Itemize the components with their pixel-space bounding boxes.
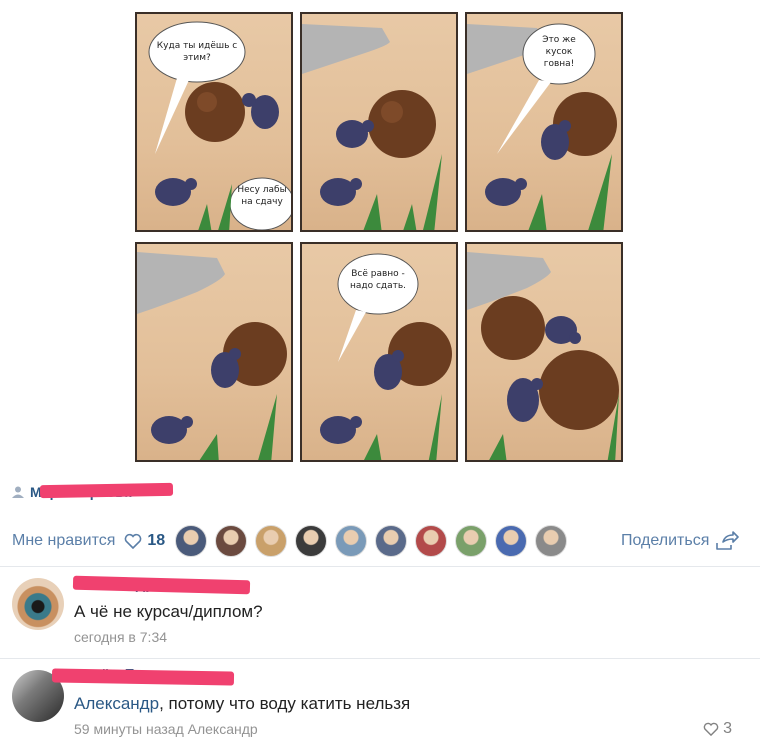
liker-avatar[interactable] bbox=[375, 525, 408, 557]
share-label[interactable]: Поделиться bbox=[621, 532, 709, 550]
comic-panel-5: Всё равно - надо сдать. bbox=[300, 242, 458, 462]
comic-bubble-text: Это же кусок говна! bbox=[542, 35, 576, 69]
avatar[interactable] bbox=[12, 578, 64, 630]
comic-bubble-text: Несу лабы на сдачу bbox=[237, 185, 287, 207]
comment-like-count: 3 bbox=[723, 720, 732, 737]
liker-avatar[interactable] bbox=[415, 525, 448, 557]
liker-avatar[interactable] bbox=[335, 525, 368, 557]
comment-timestamp[interactable]: сегодня в 7:34 bbox=[74, 629, 167, 645]
comic-image[interactable]: Куда ты идёшь с этим? Несу лабы на сдачу bbox=[133, 10, 628, 468]
liker-avatar[interactable] bbox=[495, 525, 528, 557]
liker-avatar[interactable] bbox=[175, 525, 208, 557]
comic-panel-2 bbox=[300, 12, 458, 232]
comic-bubble-text: Всё равно - надо сдать. bbox=[349, 269, 407, 291]
divider bbox=[0, 566, 760, 567]
liker-avatar[interactable] bbox=[295, 525, 328, 557]
reply-mention-link[interactable]: Александр bbox=[74, 694, 159, 713]
liker-avatar[interactable] bbox=[535, 525, 568, 557]
like-count[interactable]: 18 bbox=[147, 532, 165, 550]
liker-avatar[interactable] bbox=[215, 525, 248, 557]
share-button[interactable]: Поделиться bbox=[621, 531, 740, 551]
share-icon[interactable] bbox=[715, 531, 740, 551]
comment-like-button[interactable]: 3 bbox=[703, 720, 732, 738]
redaction-mark bbox=[39, 482, 174, 499]
comment-text: А чё не курсач/диплом? bbox=[74, 602, 263, 621]
comic-panel-3: Это же кусок говна! bbox=[465, 12, 623, 232]
heart-icon bbox=[703, 722, 719, 736]
comic-panel-4 bbox=[135, 242, 293, 462]
liker-avatar[interactable] bbox=[455, 525, 488, 557]
heart-icon[interactable] bbox=[124, 533, 142, 549]
likes-row: Мне нравится 18 bbox=[12, 523, 575, 559]
comic-bubble-text: Куда ты идёшь с этим? bbox=[156, 41, 238, 63]
comment-timestamp[interactable]: 59 минуты назад Александр bbox=[74, 721, 258, 737]
comment-body: , потому что воду катить нельзя bbox=[159, 694, 411, 713]
liker-avatar[interactable] bbox=[255, 525, 288, 557]
like-button[interactable]: Мне нравится bbox=[12, 532, 115, 550]
divider bbox=[0, 658, 760, 659]
comic-panel-1: Куда ты идёшь с этим? Несу лабы на сдачу bbox=[135, 12, 293, 232]
comic-panel-6 bbox=[465, 242, 623, 462]
liker-avatars bbox=[175, 525, 575, 557]
comment-text: Александр, потому что воду катить нельзя bbox=[74, 694, 410, 714]
person-icon bbox=[12, 486, 24, 498]
